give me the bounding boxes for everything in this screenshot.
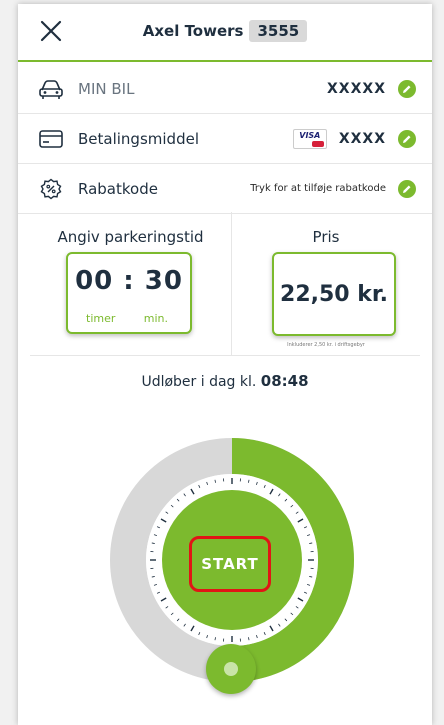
start-label: START (201, 555, 259, 573)
duration-panel: Angiv parkeringstid 00 : 30 timer min. (30, 212, 232, 356)
page-title: Axel Towers 3555 (18, 20, 432, 42)
discount-label: Rabatkode (78, 179, 158, 198)
payment-row[interactable]: Betalingsmiddel VISA XXXX (18, 114, 432, 164)
car-icon (39, 79, 63, 99)
duration-title: Angiv parkeringstid (57, 228, 204, 246)
pencil-icon (403, 185, 411, 193)
start-button[interactable]: START (189, 536, 271, 592)
location-name: Axel Towers (142, 22, 244, 40)
duration-value: 00 : 30 (75, 266, 183, 296)
payment-label: Betalingsmiddel (78, 129, 199, 148)
dankort-mark (311, 140, 324, 147)
expiry-time: 08:48 (260, 372, 309, 390)
minutes-label: min. (143, 312, 168, 325)
header: Axel Towers 3555 (18, 4, 432, 62)
car-plate: XXXXX (327, 80, 386, 97)
edit-car-button[interactable] (398, 79, 416, 98)
card-number: XXXX (338, 130, 386, 147)
dial-handle[interactable] (206, 644, 256, 694)
hours-label: timer (86, 312, 116, 325)
expiry-text: Udløber i dag kl. 08:48 (18, 372, 432, 390)
pencil-icon (403, 85, 411, 93)
discount-badge-icon (40, 178, 62, 199)
card-brand: VISA (299, 130, 321, 140)
price-note: Inkluderer 2,50 kr. i driftsgebyr (287, 342, 365, 348)
price-value: 22,50 kr. (280, 281, 388, 307)
car-row[interactable]: MIN BIL XXXXX (18, 64, 432, 114)
expiry-prefix: Udløber i dag kl. (141, 374, 257, 390)
car-label: MIN BIL (78, 79, 135, 98)
parking-screen: Axel Towers 3555 MIN BIL XXXXX Betalingsm… (18, 4, 432, 725)
duration-box[interactable]: 00 : 30 timer min. (66, 252, 192, 334)
price-title: Pris (312, 228, 340, 246)
credit-card-icon (39, 129, 63, 148)
discount-hint: Tryk for at tilføje rabatkode (250, 183, 386, 194)
zone-badge: 3555 (249, 20, 308, 42)
edit-payment-button[interactable] (398, 129, 416, 148)
discount-row[interactable]: Rabatkode Tryk for at tilføje rabatkode (18, 164, 432, 214)
duration-dial[interactable]: START (18, 414, 432, 725)
price-box: 22,50 kr. (272, 252, 396, 336)
edit-discount-button[interactable] (398, 179, 416, 198)
price-panel: Pris 22,50 kr. Inkluderer 2,50 kr. i dri… (232, 212, 420, 356)
pencil-icon (403, 135, 411, 143)
dial-handle-dot (224, 662, 238, 676)
visa-card-icon: VISA (292, 128, 327, 149)
